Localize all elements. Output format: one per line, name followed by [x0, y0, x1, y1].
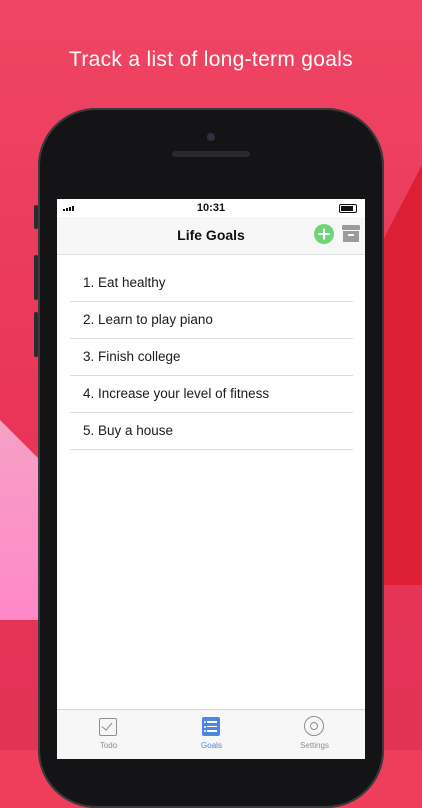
tab-settings[interactable]: Settings — [263, 710, 365, 759]
checkbox-icon — [99, 718, 117, 736]
tab-label-goals: Goals — [201, 741, 222, 750]
goal-item-5[interactable]: 5. Buy a house — [70, 413, 353, 450]
gear-icon — [304, 716, 324, 736]
battery-icon — [339, 204, 357, 213]
tab-goals[interactable]: Goals — [160, 710, 263, 759]
goal-list: 1. Eat healthy 2. Learn to play piano 3.… — [57, 265, 365, 450]
app-screen: 10:31 Life Goals 1. Eat healthy 2. Learn… — [57, 199, 365, 759]
phone-mute-switch — [34, 205, 38, 229]
add-goal-button[interactable] — [314, 224, 334, 244]
goal-item-1[interactable]: 1. Eat healthy — [70, 265, 353, 302]
tab-label-settings: Settings — [300, 741, 329, 750]
tab-label-todo: Todo — [99, 741, 118, 750]
status-bar: 10:31 — [57, 199, 365, 217]
phone-volume-down — [34, 312, 38, 357]
goal-item-3[interactable]: 3. Finish college — [70, 339, 353, 376]
phone-volume-up — [34, 255, 38, 300]
tab-bar: Todo Goals Settings — [57, 709, 365, 759]
navigation-bar: Life Goals — [57, 217, 365, 255]
status-time: 10:31 — [196, 202, 226, 214]
phone-speaker — [172, 151, 250, 157]
marketing-tagline: Track a list of long-term goals — [69, 48, 353, 71]
goal-item-2[interactable]: 2. Learn to play piano — [70, 302, 353, 339]
goal-item-4[interactable]: 4. Increase your level of fitness — [70, 376, 353, 413]
list-icon — [202, 717, 220, 736]
archive-icon[interactable] — [342, 225, 360, 243]
tab-todo[interactable]: Todo — [57, 710, 160, 759]
phone-camera — [207, 133, 215, 141]
